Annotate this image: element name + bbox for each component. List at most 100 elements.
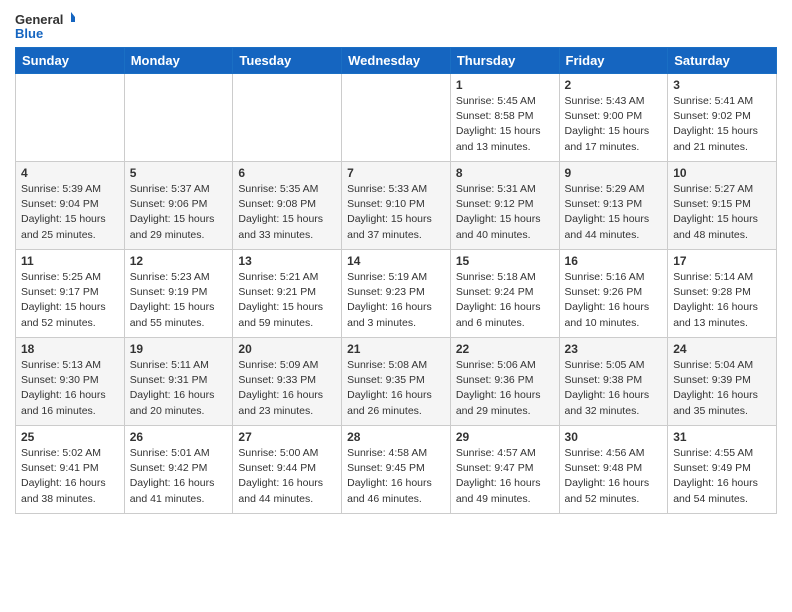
- day-number: 31: [673, 430, 771, 444]
- day-info: Sunrise: 5:39 AMSunset: 9:04 PMDaylight:…: [21, 182, 119, 243]
- day-number: 13: [238, 254, 336, 268]
- day-number: 17: [673, 254, 771, 268]
- calendar-cell: 24 Sunrise: 5:04 AMSunset: 9:39 PMDayligh…: [668, 338, 777, 426]
- day-info: Sunrise: 5:11 AMSunset: 9:31 PMDaylight:…: [130, 358, 228, 419]
- day-info: Sunrise: 5:25 AMSunset: 9:17 PMDaylight:…: [21, 270, 119, 331]
- day-number: 9: [565, 166, 663, 180]
- week-row-5: 25 Sunrise: 5:02 AMSunset: 9:41 PMDayligh…: [16, 426, 777, 514]
- day-number: 1: [456, 78, 554, 92]
- day-header-tuesday: Tuesday: [233, 48, 342, 74]
- day-info: Sunrise: 5:29 AMSunset: 9:13 PMDaylight:…: [565, 182, 663, 243]
- day-number: 27: [238, 430, 336, 444]
- calendar-cell: 6 Sunrise: 5:35 AMSunset: 9:08 PMDaylight…: [233, 162, 342, 250]
- day-number: 24: [673, 342, 771, 356]
- day-number: 12: [130, 254, 228, 268]
- calendar-cell: 22Sunrise: 5:06 AMSunset: 9:36 PMDayligh…: [450, 338, 559, 426]
- day-number: 16: [565, 254, 663, 268]
- day-info: Sunrise: 5:18 AMSunset: 9:24 PMDaylight:…: [456, 270, 554, 331]
- calendar-cell: 21 Sunrise: 5:08 AMSunset: 9:35 PMDayligh…: [342, 338, 451, 426]
- day-number: 15: [456, 254, 554, 268]
- calendar-cell: 3 Sunrise: 5:41 AMSunset: 9:02 PMDaylight…: [668, 74, 777, 162]
- day-number: 30: [565, 430, 663, 444]
- calendar-cell: 23 Sunrise: 5:05 AMSunset: 9:38 PMDayligh…: [559, 338, 668, 426]
- calendar-cell: 27 Sunrise: 5:00 AMSunset: 9:44 PMDayligh…: [233, 426, 342, 514]
- day-number: 28: [347, 430, 445, 444]
- calendar-cell: [124, 74, 233, 162]
- day-number: 10: [673, 166, 771, 180]
- day-info: Sunrise: 5:31 AMSunset: 9:12 PMDaylight:…: [456, 182, 554, 243]
- calendar-cell: 18Sunrise: 5:13 AMSunset: 9:30 PMDayligh…: [16, 338, 125, 426]
- day-number: 25: [21, 430, 119, 444]
- day-info: Sunrise: 5:21 AMSunset: 9:21 PMDaylight:…: [238, 270, 336, 331]
- day-number: 14: [347, 254, 445, 268]
- logo: General Blue: [15, 10, 75, 42]
- day-number: 21: [347, 342, 445, 356]
- calendar-cell: 12Sunrise: 5:23 AMSunset: 9:19 PMDayligh…: [124, 250, 233, 338]
- day-info: Sunrise: 4:57 AMSunset: 9:47 PMDaylight:…: [456, 446, 554, 507]
- calendar-cell: 30 Sunrise: 4:56 AMSunset: 9:48 PMDayligh…: [559, 426, 668, 514]
- day-info: Sunrise: 5:05 AMSunset: 9:38 PMDaylight:…: [565, 358, 663, 419]
- calendar-cell: 7 Sunrise: 5:33 AMSunset: 9:10 PMDaylight…: [342, 162, 451, 250]
- day-info: Sunrise: 5:14 AMSunset: 9:28 PMDaylight:…: [673, 270, 771, 331]
- day-info: Sunrise: 4:58 AMSunset: 9:45 PMDaylight:…: [347, 446, 445, 507]
- calendar-cell: [233, 74, 342, 162]
- day-info: Sunrise: 5:35 AMSunset: 9:08 PMDaylight:…: [238, 182, 336, 243]
- day-info: Sunrise: 5:04 AMSunset: 9:39 PMDaylight:…: [673, 358, 771, 419]
- day-info: Sunrise: 5:00 AMSunset: 9:44 PMDaylight:…: [238, 446, 336, 507]
- day-number: 3: [673, 78, 771, 92]
- svg-text:General: General: [15, 12, 63, 27]
- day-number: 5: [130, 166, 228, 180]
- week-row-3: 11 Sunrise: 5:25 AMSunset: 9:17 PMDayligh…: [16, 250, 777, 338]
- calendar-cell: 5 Sunrise: 5:37 AMSunset: 9:06 PMDaylight…: [124, 162, 233, 250]
- calendar-cell: 9 Sunrise: 5:29 AMSunset: 9:13 PMDaylight…: [559, 162, 668, 250]
- day-number: 7: [347, 166, 445, 180]
- day-number: 4: [21, 166, 119, 180]
- day-info: Sunrise: 5:45 AMSunset: 8:58 PMDaylight:…: [456, 94, 554, 155]
- day-number: 26: [130, 430, 228, 444]
- week-row-1: 1 Sunrise: 5:45 AMSunset: 8:58 PMDaylight…: [16, 74, 777, 162]
- day-number: 29: [456, 430, 554, 444]
- calendar-cell: 28 Sunrise: 4:58 AMSunset: 9:45 PMDayligh…: [342, 426, 451, 514]
- day-info: Sunrise: 4:55 AMSunset: 9:49 PMDaylight:…: [673, 446, 771, 507]
- day-info: Sunrise: 5:41 AMSunset: 9:02 PMDaylight:…: [673, 94, 771, 155]
- calendar-cell: 2Sunrise: 5:43 AMSunset: 9:00 PMDaylight…: [559, 74, 668, 162]
- calendar: SundayMondayTuesdayWednesdayThursdayFrid…: [15, 47, 777, 514]
- day-info: Sunrise: 5:06 AMSunset: 9:36 PMDaylight:…: [456, 358, 554, 419]
- logo-svg: General Blue: [15, 10, 75, 42]
- day-number: 19: [130, 342, 228, 356]
- day-number: 23: [565, 342, 663, 356]
- calendar-cell: 13 Sunrise: 5:21 AMSunset: 9:21 PMDayligh…: [233, 250, 342, 338]
- week-row-4: 18Sunrise: 5:13 AMSunset: 9:30 PMDayligh…: [16, 338, 777, 426]
- calendar-header-row: SundayMondayTuesdayWednesdayThursdayFrid…: [16, 48, 777, 74]
- day-header-thursday: Thursday: [450, 48, 559, 74]
- calendar-cell: 15 Sunrise: 5:18 AMSunset: 9:24 PMDayligh…: [450, 250, 559, 338]
- day-number: 11: [21, 254, 119, 268]
- calendar-cell: 8 Sunrise: 5:31 AMSunset: 9:12 PMDaylight…: [450, 162, 559, 250]
- day-number: 6: [238, 166, 336, 180]
- day-info: Sunrise: 5:27 AMSunset: 9:15 PMDaylight:…: [673, 182, 771, 243]
- day-info: Sunrise: 5:13 AMSunset: 9:30 PMDaylight:…: [21, 358, 119, 419]
- day-number: 8: [456, 166, 554, 180]
- day-info: Sunrise: 5:02 AMSunset: 9:41 PMDaylight:…: [21, 446, 119, 507]
- day-number: 2: [565, 78, 663, 92]
- calendar-cell: 11 Sunrise: 5:25 AMSunset: 9:17 PMDayligh…: [16, 250, 125, 338]
- day-info: Sunrise: 5:08 AMSunset: 9:35 PMDaylight:…: [347, 358, 445, 419]
- day-info: Sunrise: 5:16 AMSunset: 9:26 PMDaylight:…: [565, 270, 663, 331]
- day-info: Sunrise: 5:01 AMSunset: 9:42 PMDaylight:…: [130, 446, 228, 507]
- day-header-saturday: Saturday: [668, 48, 777, 74]
- calendar-cell: 25 Sunrise: 5:02 AMSunset: 9:41 PMDayligh…: [16, 426, 125, 514]
- calendar-cell: 16 Sunrise: 5:16 AMSunset: 9:26 PMDayligh…: [559, 250, 668, 338]
- day-number: 20: [238, 342, 336, 356]
- day-info: Sunrise: 5:33 AMSunset: 9:10 PMDaylight:…: [347, 182, 445, 243]
- day-info: Sunrise: 4:56 AMSunset: 9:48 PMDaylight:…: [565, 446, 663, 507]
- calendar-cell: 1 Sunrise: 5:45 AMSunset: 8:58 PMDaylight…: [450, 74, 559, 162]
- day-header-monday: Monday: [124, 48, 233, 74]
- day-info: Sunrise: 5:37 AMSunset: 9:06 PMDaylight:…: [130, 182, 228, 243]
- calendar-body: 1 Sunrise: 5:45 AMSunset: 8:58 PMDaylight…: [16, 74, 777, 514]
- day-info: Sunrise: 5:19 AMSunset: 9:23 PMDaylight:…: [347, 270, 445, 331]
- calendar-cell: 20Sunrise: 5:09 AMSunset: 9:33 PMDayligh…: [233, 338, 342, 426]
- calendar-cell: 4 Sunrise: 5:39 AMSunset: 9:04 PMDaylight…: [16, 162, 125, 250]
- day-header-wednesday: Wednesday: [342, 48, 451, 74]
- svg-text:Blue: Blue: [15, 26, 43, 41]
- calendar-cell: [342, 74, 451, 162]
